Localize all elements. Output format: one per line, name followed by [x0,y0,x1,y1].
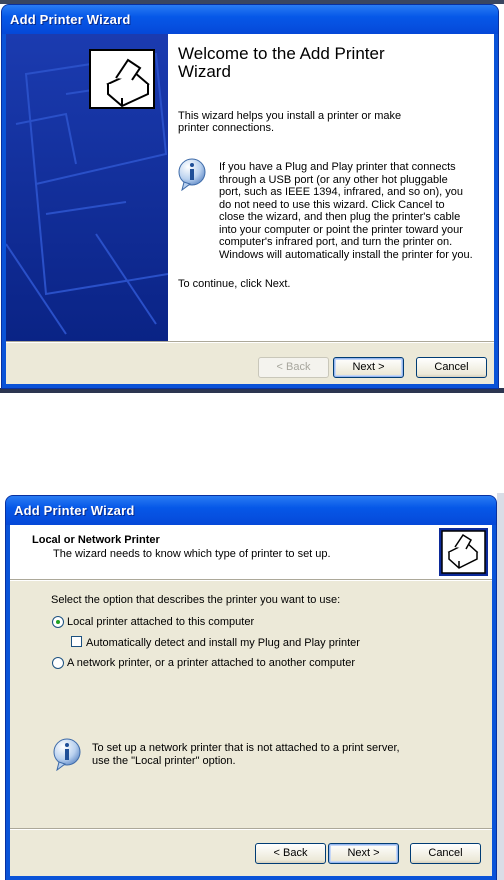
info-line: port, such as IEEE 1394, infrared, and s… [219,186,463,198]
welcome-heading-text: Welcome to the Add Printer Wizard [178,44,385,81]
auto-detect-checkbox[interactable] [71,636,82,647]
next-button[interactable]: Next > [328,843,399,864]
local-printer-radio[interactable] [52,616,64,628]
button-separator [10,828,492,830]
background-strip-right [497,493,504,880]
wizard-header: Local or Network Printer The wizard need… [10,525,492,579]
info-line: into your computer or point the printer … [219,223,463,236]
back-button[interactable]: < Back [255,843,326,864]
local-printer-label[interactable]: Local printer attached to this computer [67,616,254,628]
cancel-button[interactable]: Cancel [410,843,481,864]
info-icon [53,738,81,771]
window-title: Add Printer Wizard [14,503,135,518]
printer-icon [441,530,486,574]
button-separator [6,341,494,343]
auto-detect-label[interactable]: Automatically detect and install my Plug… [86,637,360,649]
title-bar[interactable]: Add Printer Wizard [6,496,496,525]
option-prompt: Select the option that describes the pri… [51,594,341,606]
info-line: through a USB port (or any other hot plu… [219,173,448,186]
intro-text: This wizard helps you install a printer … [178,110,402,134]
network-printer-label[interactable]: A network printer, or a printer attached… [67,657,355,669]
header-printer-icon-box [439,528,488,576]
cancel-button[interactable]: Cancel [416,357,487,378]
welcome-heading: Welcome to the Add Printer Wizard [178,45,438,81]
info-paragraph: If you have a Plug and Play printer that… [219,161,479,261]
add-printer-wizard-local-network-window: Add Printer Wizard Local or Network Prin… [6,496,496,880]
window-title: Add Printer Wizard [10,12,131,27]
background-strip-top [0,0,504,4]
continue-text: To continue, click Next. [178,278,291,290]
info-line: To set up a network printer that is not … [92,742,400,754]
info-line: close the wizard, and then plug the prin… [219,211,461,223]
info-line: Windows will automatically install the p… [219,248,473,261]
dialog-client: Welcome to the Add Printer Wizard This w… [6,34,494,384]
add-printer-wizard-welcome-window: Add Printer Wizard Welcome to the Add Pr… [2,5,498,388]
printer-watermark-graphic [6,34,168,341]
header-separator [10,579,492,581]
next-button[interactable]: Next > [333,357,404,378]
back-button[interactable]: < Back [258,357,329,378]
info-icon [178,158,206,191]
header-subtitle: The wizard needs to know which type of p… [53,548,331,560]
wizard-side-panel [6,34,168,341]
welcome-content-pane: Welcome to the Add Printer Wizard This w… [168,34,494,341]
network-info-paragraph: To set up a network printer that is not … [92,742,400,767]
background-strip-mid [0,388,504,393]
header-title: Local or Network Printer [32,534,160,546]
info-line: do not need to use this wizard. Click Ca… [219,198,445,211]
network-printer-radio[interactable] [52,657,64,669]
info-line: use the "Local printer" option. [92,754,236,767]
info-line: If you have a Plug and Play printer that… [219,161,456,173]
info-line: computer's infrared port, and turn the p… [219,236,453,248]
dialog-client: Local or Network Printer The wizard need… [10,525,492,876]
title-bar[interactable]: Add Printer Wizard [2,5,498,34]
